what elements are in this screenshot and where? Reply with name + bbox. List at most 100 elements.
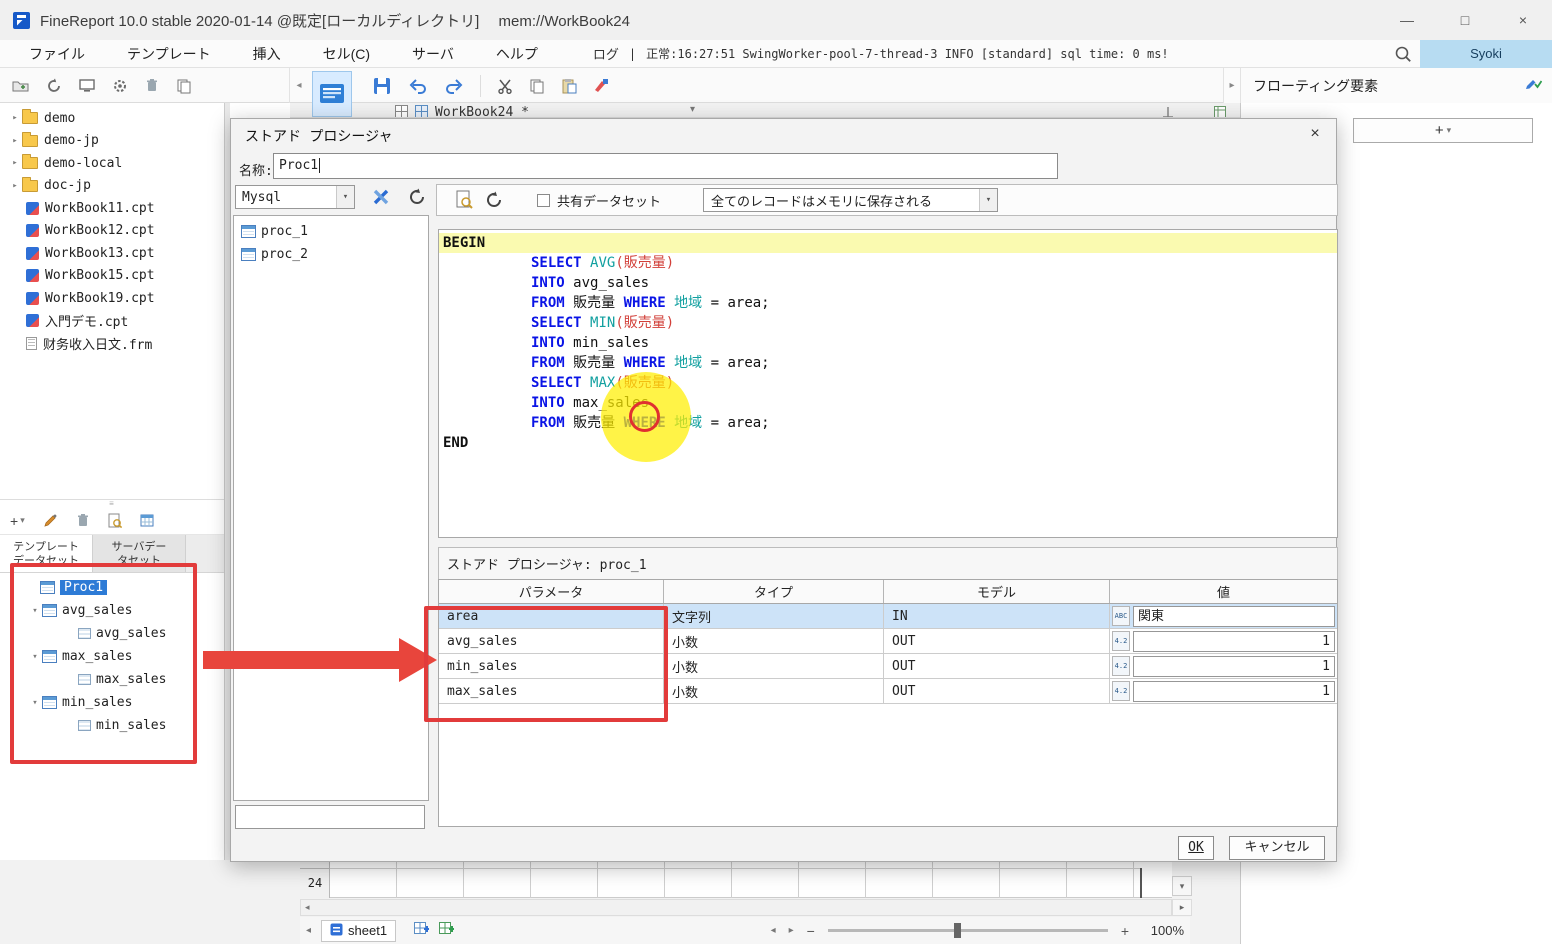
- dataset-tree-item[interactable]: ▾ min_sales: [0, 691, 224, 714]
- tab-dropdown-icon[interactable]: ▾: [690, 104, 695, 115]
- file-tree-item[interactable]: ▸ demo-jp: [0, 130, 224, 153]
- close-button[interactable]: ×: [1494, 0, 1552, 40]
- dataset-view-button[interactable]: [312, 71, 352, 117]
- page-setup-icon[interactable]: [1214, 105, 1226, 117]
- user-account-button[interactable]: Syoki: [1420, 39, 1552, 68]
- file-tree-item[interactable]: WorkBook13.cpt: [0, 242, 224, 265]
- grid-view-icon[interactable]: [395, 105, 408, 117]
- zoom-slider-handle[interactable]: [953, 923, 961, 938]
- param-value-input[interactable]: 関東: [1133, 605, 1335, 627]
- refresh-icon[interactable]: [479, 191, 509, 209]
- share-dataset-checkbox[interactable]: [537, 193, 550, 207]
- scroll-right-button[interactable]: ▸: [1172, 899, 1192, 916]
- panel-splitter[interactable]: ≡: [0, 499, 224, 508]
- zoom-in-button[interactable]: +: [1121, 923, 1129, 939]
- cut-icon[interactable]: [497, 78, 513, 94]
- add-dataset-button[interactable]: + ▾: [10, 513, 25, 529]
- log-label[interactable]: ログ: [593, 44, 619, 63]
- param-row[interactable]: min_sales 小数 OUT 4.2 1: [439, 654, 1337, 679]
- param-row[interactable]: avg_sales 小数 OUT 4.2 1: [439, 629, 1337, 654]
- dataset-tree-item[interactable]: min_sales: [0, 714, 224, 737]
- format-painter-icon[interactable]: [593, 78, 609, 94]
- delete-dataset-icon[interactable]: [76, 513, 90, 528]
- menu-item[interactable]: 挿入: [232, 44, 302, 64]
- view-icon[interactable]: [79, 78, 95, 93]
- dataset-tree-item[interactable]: max_sales: [0, 668, 224, 691]
- delete-icon[interactable]: [145, 78, 159, 93]
- refresh-procedures-icon[interactable]: [403, 183, 431, 211]
- sql-editor[interactable]: BEGIN SELECT AVG(販売量) INTO avg_sales FROM 販…: [438, 229, 1338, 538]
- procedure-list-item[interactable]: proc_2: [234, 243, 428, 266]
- preview-dataset-icon[interactable]: [108, 513, 122, 529]
- sheet-grid-icon[interactable]: [415, 105, 428, 117]
- menu-item[interactable]: ヘルプ: [475, 44, 559, 64]
- undo-icon[interactable]: [408, 78, 428, 94]
- menu-item[interactable]: セル(C): [302, 44, 391, 64]
- copy-template-icon[interactable]: [176, 78, 192, 94]
- copy-icon[interactable]: [529, 78, 545, 94]
- paste-icon[interactable]: [561, 78, 577, 94]
- minimize-button[interactable]: —: [1378, 0, 1436, 40]
- menu-item[interactable]: ファイル: [8, 44, 106, 64]
- chevron-down-icon[interactable]: ▾: [28, 698, 42, 708]
- database-type-select[interactable]: Mysql ▾: [235, 185, 355, 209]
- refresh-icon[interactable]: [46, 78, 62, 94]
- zoom-out-button[interactable]: −: [807, 923, 815, 939]
- chevron-down-icon[interactable]: ▾: [28, 652, 42, 662]
- dataset-tree-item[interactable]: ▾ max_sales: [0, 645, 224, 668]
- menu-item[interactable]: テンプレート: [106, 44, 232, 64]
- menu-item[interactable]: サーバ: [391, 44, 475, 64]
- procedure-list-item[interactable]: proc_1: [234, 220, 428, 243]
- ok-button[interactable]: OK: [1178, 836, 1214, 860]
- chevron-down-icon[interactable]: ▾: [28, 606, 42, 616]
- dataset-tab[interactable]: サーバデー タセット: [93, 535, 186, 572]
- collapse-left-icon[interactable]: ◂: [292, 68, 306, 103]
- file-tree-item[interactable]: 入門デモ.cpt: [0, 310, 224, 333]
- param-value-input[interactable]: 1: [1133, 680, 1335, 702]
- file-tree-item[interactable]: 财务收入日文.frm: [0, 332, 224, 355]
- chevron-down-icon[interactable]: ▾: [979, 189, 998, 211]
- sheet-tab-sheet1[interactable]: sheet1: [321, 919, 397, 942]
- sheet-nav-left-icon[interactable]: ◂: [306, 925, 311, 936]
- freeze-icon[interactable]: [1162, 105, 1174, 117]
- dialog-close-icon[interactable]: ×: [1304, 123, 1326, 145]
- edit-pencil-icon[interactable]: [1525, 76, 1543, 96]
- preview-icon[interactable]: [449, 190, 479, 210]
- spreadsheet-grid[interactable]: 24: [300, 860, 1172, 898]
- add-floating-element-button[interactable]: + ▾: [1353, 118, 1533, 143]
- file-tree-item[interactable]: ▸ demo: [0, 107, 224, 130]
- insert-grid-sheet-icon[interactable]: [414, 921, 431, 940]
- procedure-name-input[interactable]: Proc1: [273, 153, 1058, 179]
- param-row[interactable]: area 文字列 IN ABC 関東: [439, 604, 1337, 629]
- chevron-down-icon[interactable]: ▾: [336, 186, 354, 208]
- redo-icon[interactable]: [444, 78, 464, 94]
- new-folder-icon[interactable]: [12, 79, 29, 92]
- collapse-right-icon[interactable]: ▸: [1224, 80, 1240, 91]
- file-tree-item[interactable]: WorkBook19.cpt: [0, 287, 224, 310]
- param-value-input[interactable]: 1: [1133, 630, 1335, 652]
- dataset-tree-item[interactable]: Proc1: [0, 576, 224, 599]
- file-tree-item[interactable]: ▸ doc-jp: [0, 175, 224, 198]
- save-button[interactable]: [372, 76, 392, 96]
- memory-option-select[interactable]: 全てのレコードはメモリに保存される ▾: [703, 188, 999, 212]
- horizontal-scrollbar[interactable]: ◂: [300, 899, 1172, 916]
- cancel-button[interactable]: キャンセル: [1229, 836, 1325, 860]
- zoom-slider[interactable]: [827, 923, 1108, 938]
- edit-dataset-icon[interactable]: [43, 513, 58, 528]
- file-tree-item[interactable]: WorkBook11.cpt: [0, 197, 224, 220]
- page-next-icon[interactable]: ▸: [789, 925, 794, 936]
- connection-config-icon[interactable]: [367, 183, 395, 211]
- grid-cells[interactable]: [330, 860, 1140, 898]
- param-row[interactable]: max_sales 小数 OUT 4.2 1: [439, 679, 1337, 704]
- file-tree-item[interactable]: WorkBook15.cpt: [0, 265, 224, 288]
- tab-workbook24[interactable]: WorkBook24 *: [435, 105, 529, 117]
- dataset-tab[interactable]: テンプレート データセット: [0, 535, 93, 572]
- dataset-tree-item[interactable]: ▾ avg_sales: [0, 599, 224, 622]
- file-tree-item[interactable]: WorkBook12.cpt: [0, 220, 224, 243]
- param-value-input[interactable]: 1: [1133, 655, 1335, 677]
- scroll-down-button[interactable]: ▾: [1172, 876, 1192, 896]
- file-tree-item[interactable]: ▸ demo-local: [0, 152, 224, 175]
- page-prev-icon[interactable]: ◂: [771, 925, 776, 936]
- settings-gear-icon[interactable]: [112, 78, 128, 94]
- procedure-filter-input[interactable]: [235, 805, 425, 829]
